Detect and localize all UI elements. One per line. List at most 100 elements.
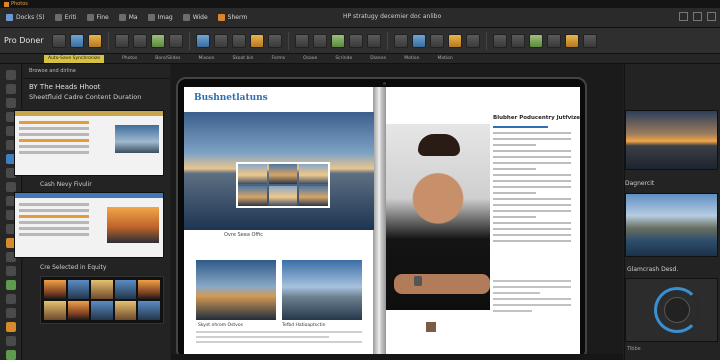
publish-icon[interactable] [447,33,462,48]
tab-mixoon[interactable]: Mixoon [198,56,214,61]
open-icon[interactable] [69,33,84,48]
export-icon[interactable] [429,33,444,48]
color-icon[interactable] [330,33,345,48]
document-title: HP stratugy decemier doc anlibo [343,13,442,20]
brush-icon[interactable] [249,33,264,48]
menu-item-image[interactable]: Imag [147,14,173,21]
new-icon[interactable] [51,33,66,48]
photo-tile [299,164,328,184]
menu-item-edit[interactable]: Eriti [54,14,77,21]
preview-icon[interactable] [411,33,426,48]
foreground-color-icon[interactable] [5,322,16,332]
menu-item-wide[interactable]: Wide [182,14,208,21]
filmstrip-frame[interactable] [44,301,66,320]
quick-mask-icon[interactable] [5,350,16,360]
tab-skoat-bin[interactable]: Skoat bin [232,56,253,61]
close-icon[interactable] [707,12,716,21]
move-tool-icon[interactable] [5,70,16,80]
menu-item-file[interactable]: Fine [86,14,109,21]
menu-item-docks[interactable]: Docks (S) [6,14,45,21]
save-icon[interactable] [87,33,102,48]
canal-preview[interactable] [625,193,718,257]
align-icon[interactable] [294,33,309,48]
tab-scrinde[interactable]: Scrinde [335,56,352,61]
filter-icon[interactable] [348,33,363,48]
zoom-tool-icon[interactable] [5,308,16,318]
maximize-icon[interactable] [693,12,702,21]
file-icon [86,14,94,21]
waterfront-image[interactable] [282,260,362,320]
harbor-image[interactable] [196,260,276,320]
info-icon[interactable] [510,33,525,48]
portrait-image[interactable] [386,124,490,310]
harbor-caption: Skyst nhrom Ostvos [198,323,243,328]
share-tool-icon[interactable] [528,33,543,48]
tab-boro-slides[interactable]: Boro/Slides [155,56,180,61]
filmstrip-frame[interactable] [91,301,113,320]
distribute-icon[interactable] [312,33,327,48]
filmstrip-frame[interactable] [138,280,160,299]
tab-dianne[interactable]: Dianne [370,56,386,61]
ma-icon [118,14,126,21]
print-icon[interactable] [546,33,561,48]
history-icon[interactable] [492,33,507,48]
tab-motion[interactable]: Motion [404,56,419,61]
preview-label-2: Glamcrash Desd. [627,266,679,273]
watch-icon [414,276,422,286]
undo-icon[interactable] [114,33,129,48]
dial-knob[interactable] [664,297,690,323]
photo-tile [299,186,328,206]
menu-item-share[interactable]: Sherm [217,14,248,21]
menu-label: Sherm [227,14,248,21]
shape-icon[interactable] [267,33,282,48]
tab-auto-save[interactable]: Auto-Save Synchronize [44,54,105,63]
lasso-tool-icon[interactable] [5,98,16,108]
option-bar: Auto-Save Synchronize Photos Boro/Slides… [0,54,720,64]
window-controls [679,12,716,21]
toolbar-divider [107,31,109,50]
star-icon[interactable] [564,33,579,48]
menu-label: Docks (S) [16,14,45,21]
filmstrip-frame[interactable] [114,280,137,299]
adjustment-dial[interactable] [625,278,718,342]
text-icon[interactable] [231,33,246,48]
settings-icon[interactable] [465,33,480,48]
panel-header: Browoe and dirline [23,64,170,79]
hand-tool-icon[interactable] [5,294,16,304]
main-toolbar: Pro Doner [0,28,720,54]
shape-tool-icon[interactable] [5,280,16,290]
crop-icon[interactable] [150,33,165,48]
select-tool-icon[interactable] [5,84,16,94]
grid-icon[interactable] [213,33,228,48]
minimize-icon[interactable] [679,12,688,21]
wide-icon [182,14,190,21]
background-color-icon[interactable] [5,336,16,346]
sunset-preview[interactable] [625,110,718,170]
filmstrip-frame[interactable] [67,301,90,320]
photo-tile [268,164,298,184]
filmstrip-frame[interactable] [91,280,113,299]
filmstrip-frame[interactable] [67,280,90,299]
tab-forms[interactable]: Forms [271,56,285,61]
layers-icon[interactable] [195,33,210,48]
more-icon[interactable] [582,33,597,48]
tab-osaoe[interactable]: Osaoe [303,56,317,61]
thumbnail-caption-1: Cash Nevy Fivulir [40,181,92,188]
filmstrip-frame[interactable] [138,301,160,320]
photo-grid[interactable] [236,162,330,208]
filmstrip [40,276,164,324]
eraser-tool-icon[interactable] [5,182,16,192]
mask-icon[interactable] [366,33,381,48]
page-thumbnail-1[interactable] [14,110,164,176]
filmstrip-frame[interactable] [114,301,137,320]
page-thumbnail-2[interactable] [14,192,164,258]
thumbnail-rows [19,203,89,239]
rotate-icon[interactable] [168,33,183,48]
tab-photos[interactable]: Photos [122,56,137,61]
menu-item-ma[interactable]: Ma [118,14,138,21]
zoom-icon[interactable] [393,33,408,48]
redo-icon[interactable] [132,33,147,48]
path-tool-icon[interactable] [5,266,16,276]
tab-motion-2[interactable]: Motion [437,56,452,61]
filmstrip-frame[interactable] [44,280,66,299]
